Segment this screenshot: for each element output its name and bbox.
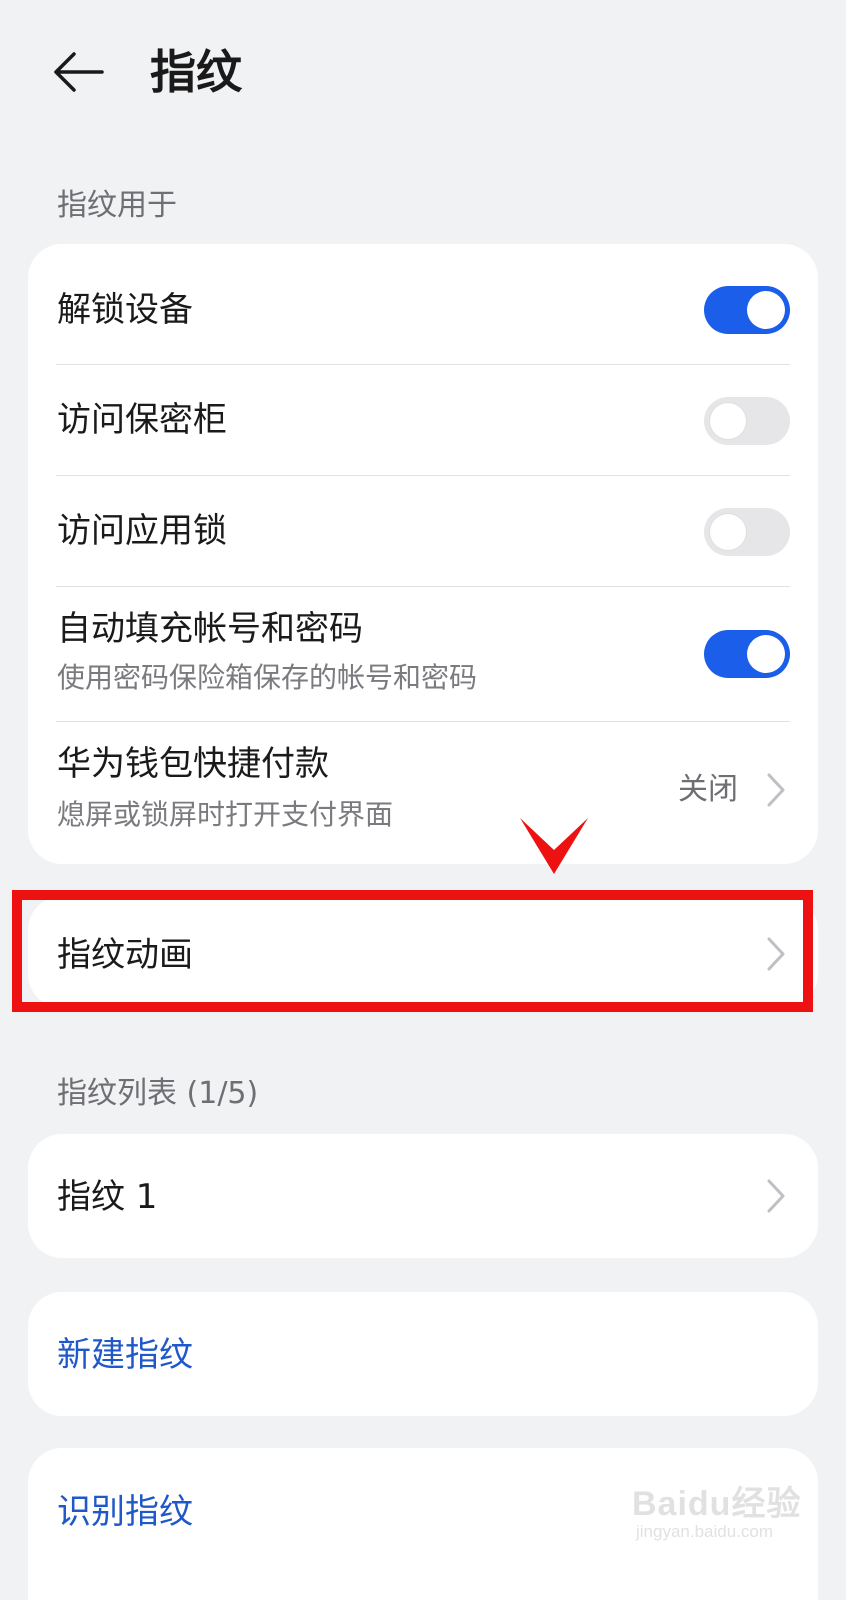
row-unlock-device[interactable]: 解锁设备 xyxy=(28,244,818,364)
usage-card: 解锁设备 访问保密柜 访问应用锁 自动填充帐号和密码 使用密码保险箱保存的帐号和… xyxy=(28,244,818,864)
row-title: 自动填充帐号和密码 xyxy=(57,609,363,649)
row-safe-box[interactable]: 访问保密柜 xyxy=(28,365,818,475)
app-header: 指纹 xyxy=(0,0,846,150)
row-title: 访问保密柜 xyxy=(57,400,227,440)
autofill-toggle[interactable] xyxy=(704,630,790,678)
page-title: 指纹 xyxy=(150,45,242,99)
highlight-box xyxy=(12,890,813,1012)
row-title: 华为钱包快捷付款 xyxy=(57,744,329,784)
chevron-right-icon xyxy=(767,773,785,807)
row-title: 访问应用锁 xyxy=(57,511,227,551)
row-wallet-payment[interactable]: 华为钱包快捷付款 熄屏或锁屏时打开支付界面 关闭 xyxy=(28,722,818,864)
wallet-payment-value: 关闭 xyxy=(678,772,738,807)
watermark-brand: Baidu经验 xyxy=(632,1485,802,1523)
back-button[interactable] xyxy=(52,44,112,100)
row-title: 指纹 1 xyxy=(57,1177,158,1217)
row-subtitle: 熄屏或锁屏时打开支付界面 xyxy=(57,798,394,831)
safe-box-toggle[interactable] xyxy=(704,397,790,445)
section-label-list: 指纹列表 (1/5) xyxy=(57,1076,259,1111)
toggle-knob xyxy=(709,513,747,551)
baidu-watermark: Baidu经验 jingyan.baidu.com xyxy=(632,1476,800,1556)
toggle-knob xyxy=(747,291,785,329)
red-arrow-annotation-icon xyxy=(520,818,588,874)
row-app-lock[interactable]: 访问应用锁 xyxy=(28,476,818,586)
identify-fingerprint-label: 识别指纹 xyxy=(57,1492,193,1532)
row-title: 解锁设备 xyxy=(57,290,193,330)
back-arrow-icon xyxy=(54,52,104,92)
section-label-usage: 指纹用于 xyxy=(57,188,177,223)
new-fingerprint-button[interactable]: 新建指纹 xyxy=(28,1292,818,1416)
toggle-knob xyxy=(747,635,785,673)
fingerprint-item[interactable]: 指纹 1 xyxy=(28,1134,818,1258)
row-subtitle: 使用密码保险箱保存的帐号和密码 xyxy=(57,661,478,694)
toggle-knob xyxy=(709,402,747,440)
watermark-url: jingyan.baidu.com xyxy=(636,1522,774,1541)
unlock-device-toggle[interactable] xyxy=(704,286,790,334)
row-autofill[interactable]: 自动填充帐号和密码 使用密码保险箱保存的帐号和密码 xyxy=(28,587,818,721)
new-fingerprint-label: 新建指纹 xyxy=(57,1335,193,1375)
chevron-right-icon xyxy=(767,1179,785,1213)
app-lock-toggle[interactable] xyxy=(704,508,790,556)
